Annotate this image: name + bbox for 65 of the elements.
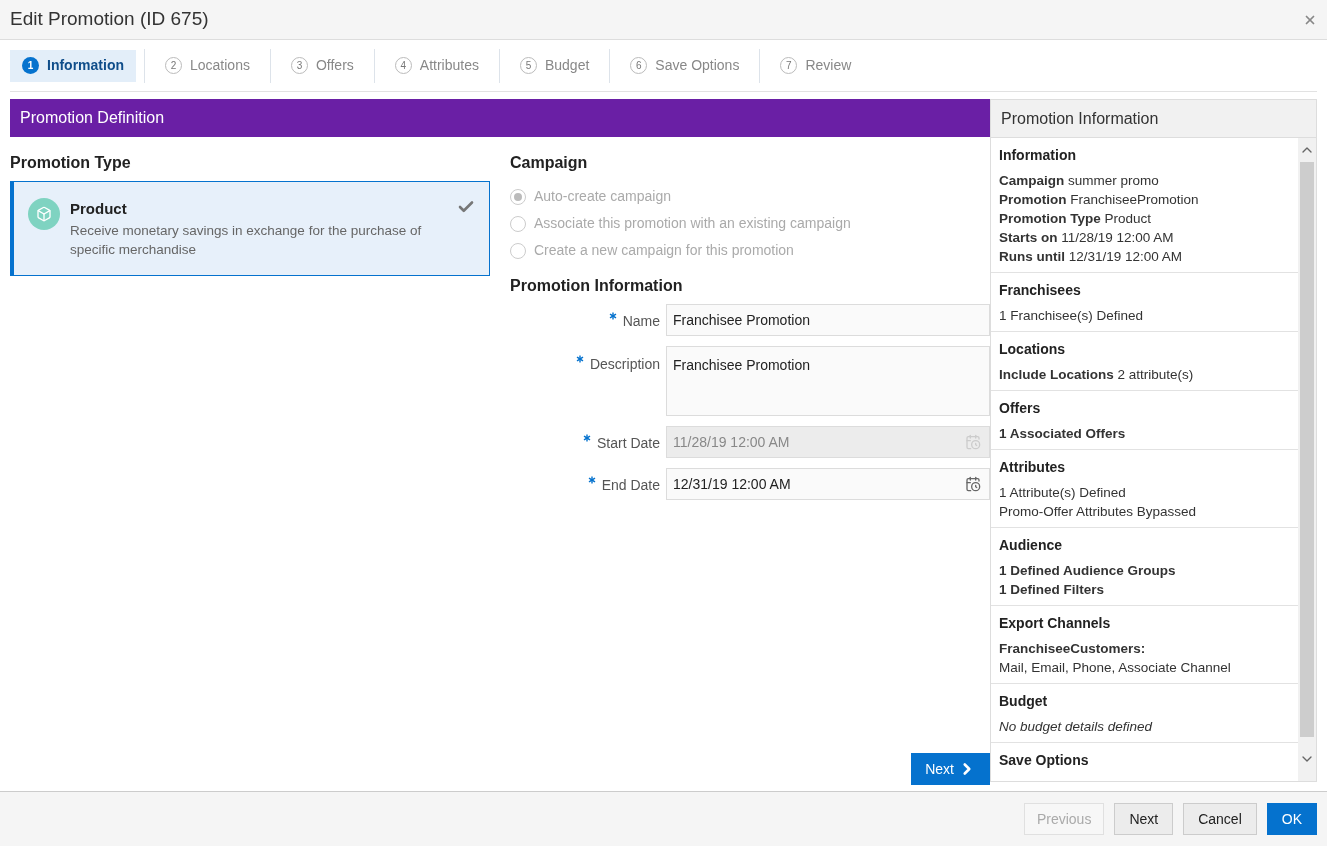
field-label: Name	[622, 312, 660, 331]
description-field[interactable]: Franchisee Promotion	[666, 346, 990, 416]
radio-label: Associate this promotion with an existing campaign	[534, 214, 851, 233]
date-field[interactable]: 12/31/19 12:00 AM	[666, 468, 990, 500]
info-line: Starts on 11/28/19 12:00 AM	[999, 229, 1175, 247]
step-label: Locations	[190, 56, 250, 75]
step-label: Information	[47, 56, 124, 75]
step-label: Attributes	[419, 56, 479, 75]
info-line: Promotion FranchiseePromotion	[999, 191, 1200, 209]
info-section-heading: Locations	[999, 340, 1067, 358]
info-line: Campaign summer promo	[999, 172, 1160, 190]
field-label: Start Date	[596, 434, 660, 453]
info-line: FranchiseeCustomers:	[999, 640, 1147, 658]
step-label: Review	[805, 56, 852, 75]
scrollbar-thumb[interactable]	[1300, 162, 1314, 737]
footer-button[interactable]: Next	[1114, 803, 1174, 835]
info-section-heading: Information	[999, 146, 1077, 164]
step-tab[interactable]: 3 Offers	[278, 49, 366, 82]
info-line: Promo-Offer Attributes Bypassed	[999, 503, 1198, 521]
step-label: Budget	[544, 56, 590, 75]
step-label: Save Options	[655, 56, 740, 75]
input-field[interactable]: Franchisee Promotion	[666, 304, 990, 336]
info-section-heading: Save Options	[999, 751, 1090, 769]
info-line: Mail, Email, Phone, Associate Channel	[999, 659, 1232, 677]
radio-label: Auto-create campaign	[534, 187, 671, 206]
next-button[interactable]: Next	[911, 753, 990, 785]
section-heading: Campaign	[510, 153, 589, 173]
info-line: 1 Associated Offers	[999, 425, 1127, 443]
card-description: Receive monetary savings in exchange for the purchase of specific merchandise	[70, 221, 423, 259]
section-heading: Promotion Information	[510, 276, 684, 296]
window-title: Edit Promotion (ID 675)	[10, 7, 209, 32]
radio-label: Create a new campaign for this promotion	[534, 241, 794, 260]
info-section-heading: Audience	[999, 536, 1063, 554]
info-line: Runs until 12/31/19 12:00 AM	[999, 248, 1184, 266]
info-section-heading: Attributes	[999, 458, 1067, 476]
step-tab[interactable]: 5 Budget	[507, 49, 602, 82]
step-tab[interactable]: 1 Information	[10, 49, 136, 82]
info-line: 1 Attribute(s) Defined	[999, 484, 1127, 502]
panel-header: Promotion Information	[991, 100, 1316, 138]
calendar-icon[interactable]	[965, 476, 981, 492]
section-heading: Promotion Type	[10, 153, 132, 173]
field-label: Description	[589, 355, 660, 374]
footer-button[interactable]: Cancel	[1183, 803, 1257, 835]
card-title: Product	[70, 199, 128, 219]
step-number: 1	[22, 57, 39, 74]
field-label: End Date	[601, 476, 660, 495]
promotion-type-card[interactable]: Product Receive monetary savings in exchange for the purchase of specific merchandise	[10, 181, 490, 276]
info-section-heading: Offers	[999, 399, 1042, 417]
cube-icon	[28, 198, 60, 230]
info-line: Include Locations 2 attribute(s)	[999, 366, 1195, 384]
step-tab[interactable]: 6 Save Options	[618, 49, 752, 82]
info-section-heading: Budget	[999, 692, 1049, 710]
info-section-heading: Franchisees	[999, 281, 1082, 299]
step-label: Offers	[315, 56, 354, 75]
step-tab[interactable]: 4 Attributes	[382, 49, 491, 82]
info-section-heading: Export Channels	[999, 614, 1112, 632]
section-header: Promotion Definition	[10, 99, 990, 137]
ok-button[interactable]: OK	[1266, 803, 1317, 835]
info-line: No budget details defined	[999, 718, 1154, 736]
step-tab[interactable]: 7 Review	[768, 49, 864, 82]
info-line: Promotion Type Product	[999, 210, 1153, 228]
info-line: 1 Defined Audience Groups	[999, 562, 1177, 580]
step-tab[interactable]: 2 Locations	[153, 49, 262, 82]
info-line: 1 Defined Filters	[999, 581, 1106, 599]
info-line: 1 Franchisee(s) Defined	[999, 307, 1145, 325]
